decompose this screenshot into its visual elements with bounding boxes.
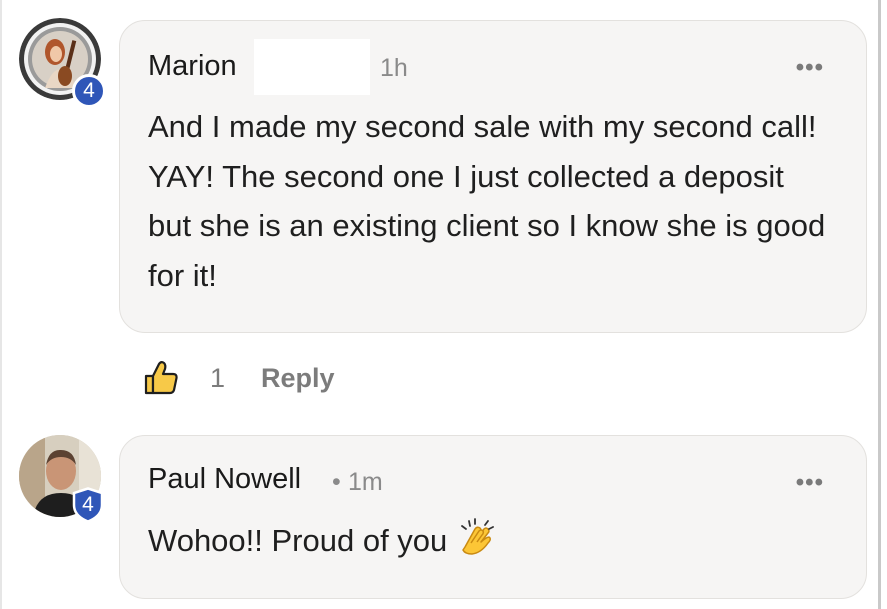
more-options-button[interactable]: ••• — [796, 469, 824, 497]
comment-bubble: Marion 1h ••• And I made my second sale … — [119, 20, 867, 333]
comment-body: And I made my second sale with my second… — [148, 109, 826, 293]
comment-author[interactable]: Marion — [148, 50, 237, 83]
scrollbar[interactable] — [878, 0, 881, 609]
level-badge: 4 — [72, 74, 106, 108]
more-options-button[interactable]: ••• — [796, 54, 824, 82]
comment-body-text: Wohoo!! Proud of you — [148, 523, 448, 558]
reply-button[interactable]: Reply — [261, 363, 335, 394]
level-badge-number: 4 — [83, 79, 95, 102]
like-count[interactable]: 1 — [210, 363, 225, 394]
comment-timestamp[interactable]: 1h — [380, 54, 408, 83]
comment-timestamp[interactable]: 1m — [348, 468, 383, 497]
comment-body: Wohoo!! Proud of you — [148, 516, 826, 566]
comment-bubble: Paul Nowell • 1m ••• Wohoo!! Proud of yo… — [119, 435, 867, 599]
comment-author[interactable]: Paul Nowell — [148, 463, 301, 496]
like-icon[interactable] — [142, 359, 180, 397]
comments-thread: 4 Marion 1h ••• And I made my second sal… — [0, 0, 887, 609]
thread-left-border — [0, 0, 2, 609]
comment-actions: 1 Reply — [142, 358, 335, 398]
meta-separator: • — [332, 468, 341, 496]
level-badge: 4 — [72, 487, 104, 523]
clapping-hands-icon — [461, 518, 495, 555]
level-badge-number: 4 — [82, 493, 94, 516]
redaction-block — [254, 39, 370, 95]
